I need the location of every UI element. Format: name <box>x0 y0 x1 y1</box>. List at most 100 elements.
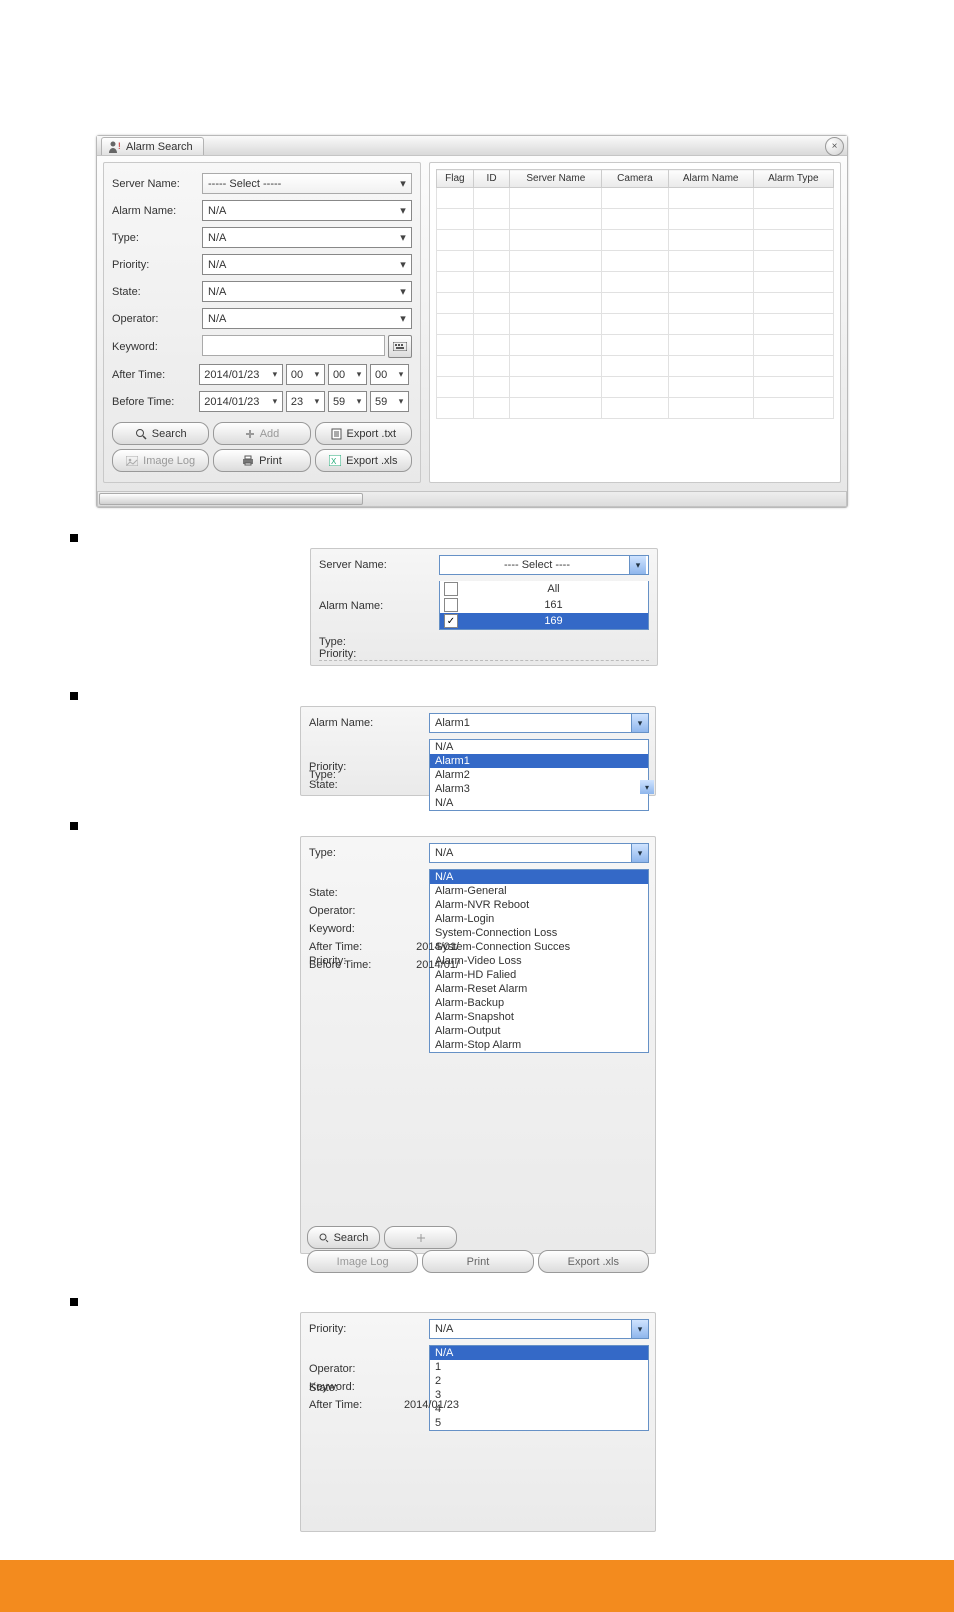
horizontal-scrollbar[interactable] <box>97 491 847 507</box>
table-row <box>437 293 834 314</box>
server-name-select[interactable]: ----- Select -----▾ <box>202 173 412 194</box>
label-priority: Priority: <box>319 648 439 660</box>
col-server-name[interactable]: Server Name <box>510 170 602 188</box>
print-button[interactable]: Print <box>422 1250 533 1273</box>
tab-label: Alarm Search <box>126 141 193 153</box>
before-min-select[interactable]: 59▾ <box>328 391 367 412</box>
label-priority: Priority: <box>112 259 202 271</box>
chevron-down-icon: ▾ <box>312 396 322 407</box>
option-snapshot[interactable]: Alarm-Snapshot <box>430 1010 648 1024</box>
search-button[interactable]: Search <box>307 1226 380 1249</box>
option-169[interactable]: 169 <box>440 613 648 629</box>
search-button[interactable]: Search <box>112 422 209 445</box>
option-all[interactable]: All <box>440 581 648 597</box>
option-alarm2[interactable]: Alarm2 <box>430 768 648 782</box>
bullet-icon <box>70 1298 78 1306</box>
add-button[interactable]: Add <box>213 422 310 445</box>
after-hour-select[interactable]: 00▾ <box>286 364 325 385</box>
option-na[interactable]: N/A <box>430 870 648 884</box>
table-row <box>437 251 834 272</box>
col-alarm-type[interactable]: Alarm Type <box>753 170 833 188</box>
before-date-picker[interactable]: 2014/01/23▾ <box>199 391 283 412</box>
label-alarm-name: Alarm Name: <box>112 205 202 217</box>
chevron-down-icon: ▾ <box>397 204 409 217</box>
keyword-keypad-button[interactable] <box>388 335 412 358</box>
operator-select[interactable]: N/A▾ <box>202 308 412 329</box>
option-video-loss[interactable]: Alarm-Video Loss <box>430 954 648 968</box>
label-server-name: Server Name: <box>319 559 439 571</box>
option-backup[interactable]: Alarm-Backup <box>430 996 648 1010</box>
option-output[interactable]: Alarm-Output <box>430 1024 648 1038</box>
option-hd-failed[interactable]: Alarm-HD Falied <box>430 968 648 982</box>
option-conn-loss[interactable]: System-Connection Loss <box>430 926 648 940</box>
table-row <box>437 314 834 335</box>
option-na2[interactable]: N/A <box>430 796 648 810</box>
option-conn-success[interactable]: System-Connection Succes <box>430 940 648 954</box>
option-reset-alarm[interactable]: Alarm-Reset Alarm <box>430 982 648 996</box>
option-1[interactable]: 1 <box>430 1360 648 1374</box>
option-stop-alarm[interactable]: Alarm-Stop Alarm <box>430 1038 648 1052</box>
export-txt-button[interactable]: Export .txt <box>315 422 412 445</box>
option-na[interactable]: N/A <box>430 740 648 754</box>
tab-alarm-search[interactable]: ! Alarm Search <box>101 137 204 155</box>
option-5[interactable]: 5 <box>430 1416 648 1430</box>
alarm-name-select[interactable]: N/A▾ <box>202 200 412 221</box>
type-select-open[interactable]: N/A▾ <box>429 843 649 863</box>
col-id[interactable]: ID <box>473 170 510 188</box>
priority-select-open[interactable]: N/A▾ <box>429 1319 649 1339</box>
label-state: State: <box>112 286 202 298</box>
close-icon: × <box>832 141 838 152</box>
col-flag[interactable]: Flag <box>437 170 474 188</box>
type-select[interactable]: N/A▾ <box>202 227 412 248</box>
export-xls-button[interactable]: Export .xls <box>538 1250 649 1273</box>
label-priority: Priority: <box>309 761 429 773</box>
alarm-name-select-open[interactable]: Alarm1▾ <box>429 713 649 733</box>
chevron-down-icon: ▾ <box>396 369 406 380</box>
svg-text:X: X <box>331 457 337 466</box>
printer-icon <box>242 455 254 466</box>
option-4[interactable]: 4 <box>430 1402 648 1416</box>
keyword-input[interactable] <box>202 335 385 356</box>
option-alarm-general[interactable]: Alarm-General <box>430 884 648 898</box>
svg-text:!: ! <box>118 141 121 151</box>
option-login[interactable]: Alarm-Login <box>430 912 648 926</box>
add-button[interactable] <box>384 1226 457 1249</box>
option-alarm1[interactable]: Alarm1 <box>430 754 648 768</box>
table-row <box>437 272 834 293</box>
option-2[interactable]: 2 <box>430 1374 648 1388</box>
chevron-down-icon: ▾ <box>397 231 409 244</box>
label-keyword: Keyword: <box>309 923 429 935</box>
option-na[interactable]: N/A <box>430 1346 648 1360</box>
col-camera[interactable]: Camera <box>602 170 669 188</box>
chevron-down-icon: ▾ <box>354 396 364 407</box>
scroll-down-icon[interactable]: ▾ <box>640 780 654 794</box>
image-log-button[interactable]: Image Log <box>307 1250 418 1273</box>
plus-icon <box>245 429 255 439</box>
after-sec-select[interactable]: 00▾ <box>370 364 409 385</box>
image-log-button[interactable]: Image Log <box>112 449 209 472</box>
export-xls-button[interactable]: XExport .xls <box>315 449 412 472</box>
table-row <box>437 188 834 209</box>
option-alarm3[interactable]: Alarm3 <box>430 782 648 796</box>
before-hour-select[interactable]: 23▾ <box>286 391 325 412</box>
before-sec-select[interactable]: 59▾ <box>370 391 409 412</box>
state-select[interactable]: N/A▾ <box>202 281 412 302</box>
label-priority: Priority: <box>309 1323 429 1335</box>
option-161[interactable]: 161 <box>440 597 648 613</box>
print-button[interactable]: Print <box>213 449 310 472</box>
example-alarm-name: Alarm Name: Alarm1▾ Type: N/A Alarm1 Ala… <box>300 706 656 796</box>
after-min-select[interactable]: 00▾ <box>328 364 367 385</box>
after-date-picker[interactable]: 2014/01/23▾ <box>199 364 283 385</box>
table-row <box>437 356 834 377</box>
option-nvr-reboot[interactable]: Alarm-NVR Reboot <box>430 898 648 912</box>
type-options: N/A Alarm-General Alarm-NVR Reboot Alarm… <box>429 869 649 1053</box>
priority-select[interactable]: N/A▾ <box>202 254 412 275</box>
table-row <box>437 230 834 251</box>
bullet-icon <box>70 822 78 830</box>
label-operator: Operator: <box>112 313 202 325</box>
col-alarm-name[interactable]: Alarm Name <box>668 170 753 188</box>
option-3[interactable]: 3 <box>430 1388 648 1402</box>
close-button[interactable]: × <box>825 137 844 156</box>
chevron-down-icon: ▾ <box>354 369 364 380</box>
server-name-select-open[interactable]: ---- Select ----▾ <box>439 555 649 575</box>
